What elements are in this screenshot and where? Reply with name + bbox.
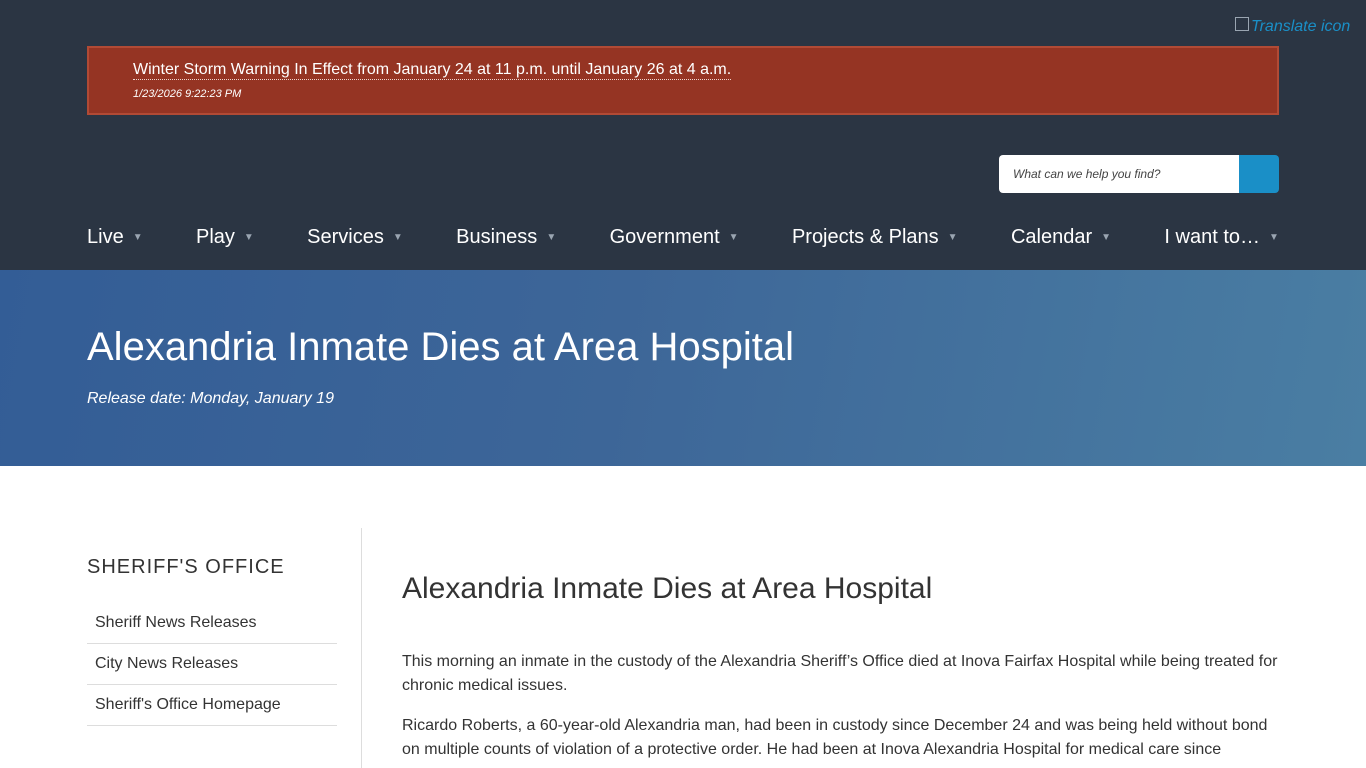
sidebar-link-sheriff-news[interactable]: Sheriff News Releases [87, 604, 337, 644]
nav-item-government[interactable]: Government ▼ [610, 226, 739, 249]
sidebar-divider [361, 528, 362, 768]
nav-item-live[interactable]: Live ▼ [87, 226, 143, 249]
nav-item-label: Government [609, 226, 720, 248]
translate-icon [1235, 17, 1249, 31]
sidebar-link-sheriff-homepage[interactable]: Sheriff's Office Homepage [87, 685, 337, 726]
nav-item-label: Business [456, 226, 538, 248]
sidebar: SHERIFF'S OFFICE Sheriff News Releases C… [87, 528, 337, 726]
search-button[interactable] [1239, 155, 1279, 193]
translate-alt-text: Translate icon [1251, 18, 1351, 35]
nav-item-label: Play [195, 226, 235, 248]
caret-down-icon: ▼ [947, 232, 958, 243]
nav-item-label: Services [307, 226, 384, 248]
sidebar-links: Sheriff News Releases City News Releases… [87, 604, 337, 726]
nav-item-i-want-to[interactable]: I want to… ▼ [1164, 226, 1279, 249]
caret-down-icon: ▼ [546, 232, 557, 243]
article-title: Alexandria Inmate Dies at Area Hospital [402, 572, 933, 605]
caret-down-icon: ▼ [728, 232, 739, 243]
article: Alexandria Inmate Dies at Area Hospital … [402, 570, 1282, 762]
alert-link[interactable]: Winter Storm Warning In Effect from Janu… [133, 60, 732, 80]
translate-link[interactable]: Translate icon [1235, 17, 1351, 36]
article-paragraph: This morning an inmate in the custody of… [402, 653, 1278, 694]
release-date: Release date: Monday, January 19 [87, 390, 334, 407]
nav-item-label: Calendar [1010, 226, 1093, 248]
caret-down-icon: ▼ [243, 232, 254, 243]
nav-item-label: Projects & Plans [791, 226, 939, 248]
page-title: Alexandria Inmate Dies at Area Hospital [87, 325, 795, 369]
search-input[interactable] [999, 155, 1239, 193]
article-paragraph: Ricardo Roberts, a 60-year-old Alexandri… [402, 717, 1268, 758]
caret-down-icon: ▼ [392, 232, 403, 243]
sidebar-link-city-news[interactable]: City News Releases [87, 644, 337, 685]
main-navigation: Live ▼ Play ▼ Services ▼ Business ▼ Gove… [87, 226, 1279, 249]
nav-item-services[interactable]: Services ▼ [307, 226, 403, 249]
nav-item-business[interactable]: Business ▼ [456, 226, 556, 249]
caret-down-icon: ▼ [132, 232, 143, 243]
page-hero: Alexandria Inmate Dies at Area Hospital … [0, 270, 1366, 466]
emergency-alert-banner: Winter Storm Warning In Effect from Janu… [87, 46, 1279, 115]
sidebar-heading: SHERIFF'S OFFICE [87, 556, 285, 578]
alert-timestamp: 1/23/2026 9:22:23 PM [133, 88, 242, 100]
caret-down-icon: ▼ [1269, 232, 1279, 243]
caret-down-icon: ▼ [1101, 232, 1112, 243]
nav-item-label: I want to… [1164, 226, 1261, 248]
nav-item-projects-plans[interactable]: Projects & Plans ▼ [792, 226, 958, 249]
nav-item-calendar[interactable]: Calendar ▼ [1011, 226, 1111, 249]
site-search [999, 155, 1279, 193]
nav-item-label: Live [87, 226, 124, 248]
nav-item-play[interactable]: Play ▼ [196, 226, 254, 249]
site-header: Translate icon Winter Storm Warning In E… [0, 0, 1366, 270]
